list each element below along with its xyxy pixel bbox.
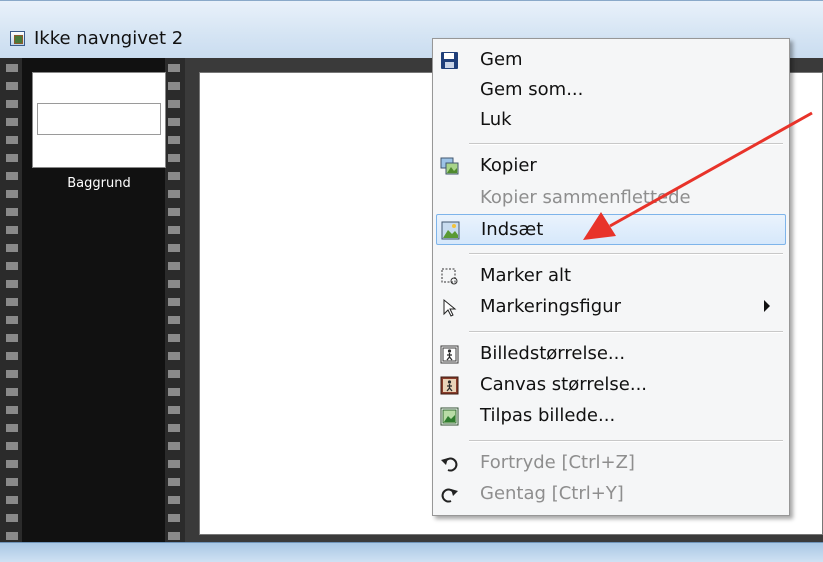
pointer-icon — [443, 298, 457, 317]
menu-item-label: Gentag [Ctrl+Y] — [480, 483, 624, 504]
context-menu: Gem Gem som... Luk Kopier Kopier sammenf… — [432, 38, 790, 516]
layer-thumbnail[interactable] — [32, 72, 166, 168]
document-title: Ikke navngivet 2 — [34, 28, 184, 49]
menu-item-label: Luk — [480, 109, 512, 130]
redo-icon — [441, 488, 458, 503]
menu-item-luk[interactable]: Luk — [436, 105, 786, 136]
menu-item-label: Fortryde [Ctrl+Z] — [480, 452, 635, 473]
paste-image-icon — [441, 221, 460, 240]
menu-item-label: Kopier sammenflettede — [480, 187, 691, 208]
menu-item-gem[interactable]: Gem — [436, 45, 786, 76]
menu-item-kopier-sammenflettede: Kopier sammenflettede — [436, 183, 786, 214]
layers-filmstrip: Baggrund — [0, 58, 185, 542]
menu-item-indsaet[interactable]: Indsæt — [436, 214, 786, 245]
menu-item-markeringsfigur[interactable]: Markeringsfigur — [436, 292, 786, 323]
menu-separator — [469, 331, 783, 333]
copy-image-icon — [440, 157, 459, 175]
fit-image-icon — [440, 407, 459, 426]
menu-item-label: Tilpas billede... — [480, 405, 616, 426]
menu-item-gentag: Gentag [Ctrl+Y] — [436, 479, 786, 510]
menu-item-tilpas-billede[interactable]: Tilpas billede... — [436, 401, 786, 432]
menu-item-label: Canvas størrelse... — [480, 374, 648, 395]
app-window: Ikke navngivet 2 Baggrund Gem Gem som...… — [0, 0, 823, 562]
menu-item-label: Marker alt — [480, 265, 572, 286]
floppy-disk-icon — [441, 52, 458, 69]
menu-item-label: Gem som... — [480, 79, 584, 100]
menu-item-label: Indsæt — [481, 219, 544, 240]
menu-item-label: Kopier — [480, 155, 537, 176]
menu-item-label: Markeringsfigur — [480, 296, 622, 317]
menu-item-fortryde: Fortryde [Ctrl+Z] — [436, 448, 786, 479]
layer-label: Baggrund — [67, 176, 131, 191]
menu-item-canvas-storrelse[interactable]: Canvas størrelse... — [436, 370, 786, 401]
menu-item-label: Gem — [480, 49, 523, 70]
select-all-icon — [441, 268, 458, 285]
menu-item-label: Billedstørrelse... — [480, 343, 626, 364]
document-icon — [10, 31, 25, 46]
menu-item-kopier[interactable]: Kopier — [436, 151, 786, 182]
menu-separator — [469, 440, 783, 442]
layer-thumbnail-frame — [37, 103, 161, 135]
film-perforation-right — [168, 58, 180, 542]
menu-separator — [469, 253, 783, 255]
submenu-arrow-icon — [764, 300, 770, 312]
menu-separator — [469, 143, 783, 145]
undo-icon — [441, 457, 458, 472]
status-bar — [0, 542, 823, 562]
canvas-size-icon — [440, 376, 459, 395]
menu-item-marker-alt[interactable]: Marker alt — [436, 261, 786, 292]
film-perforation-left — [6, 58, 18, 542]
image-size-icon — [440, 345, 459, 364]
menu-item-gem-som[interactable]: Gem som... — [436, 75, 786, 106]
menu-item-billedstorrelse[interactable]: Billedstørrelse... — [436, 339, 786, 370]
